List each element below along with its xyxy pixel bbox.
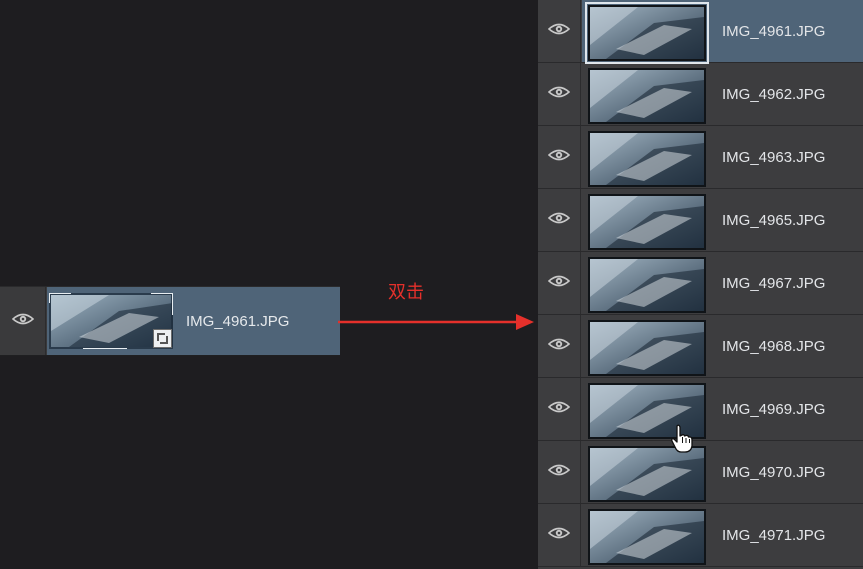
layer-row[interactable]: IMG_4969.JPG: [538, 378, 863, 441]
layer-row[interactable]: IMG_4965.JPG: [538, 189, 863, 252]
layer-visibility-toggle[interactable]: [538, 126, 581, 188]
smart-object-badge-icon: [153, 329, 172, 348]
layer-name: IMG_4965.JPG: [722, 211, 826, 229]
layer-row[interactable]: IMG_4970.JPG: [538, 441, 863, 504]
eye-icon: [547, 22, 571, 41]
layer-visibility-toggle[interactable]: [538, 504, 581, 566]
layer-thumbnail[interactable]: [588, 194, 706, 250]
layer-name: IMG_4967.JPG: [722, 274, 826, 292]
eye-icon: [547, 211, 571, 230]
layer-visibility-toggle[interactable]: [538, 252, 581, 314]
layer-name: IMG_4962.JPG: [722, 85, 826, 103]
layer-thumbnail[interactable]: [49, 293, 173, 349]
hand-cursor-icon: [671, 424, 693, 453]
layer-row[interactable]: IMG_4971.JPG: [538, 504, 863, 567]
layer-thumbnail[interactable]: [588, 131, 706, 187]
eye-icon: [11, 312, 34, 331]
layer-name: IMG_4970.JPG: [722, 463, 826, 481]
layer-name: IMG_4969.JPG: [722, 400, 826, 418]
layer-row[interactable]: IMG_4962.JPG: [538, 63, 863, 126]
eye-icon: [547, 148, 571, 167]
layers-panel: IMG_4961.JPG IMG_4962.JPG IMG_4963.JPG IMG_…: [538, 0, 863, 569]
layer-name: IMG_4961.JPG: [186, 312, 290, 330]
double-click-annotation: 双击: [388, 282, 424, 303]
layer-row[interactable]: IMG_4961.JPG: [538, 0, 863, 64]
eye-icon: [547, 274, 571, 293]
eye-icon: [547, 400, 571, 419]
layer-name: IMG_4961.JPG: [722, 22, 826, 40]
layer-thumbnail[interactable]: [588, 68, 706, 124]
layer-visibility-toggle[interactable]: [538, 189, 581, 251]
smart-object-layer-row[interactable]: IMG_4961.JPG: [0, 286, 340, 356]
layer-thumbnail[interactable]: [588, 320, 706, 376]
layer-name: IMG_4963.JPG: [722, 148, 826, 166]
layer-visibility-toggle[interactable]: [538, 441, 581, 503]
layer-thumbnail[interactable]: [585, 2, 709, 64]
eye-icon: [547, 85, 571, 104]
eye-icon: [547, 526, 571, 545]
layer-thumbnail[interactable]: [588, 446, 706, 502]
layer-visibility-toggle[interactable]: [538, 378, 581, 440]
layer-row[interactable]: IMG_4967.JPG: [538, 252, 863, 315]
layer-visibility-toggle[interactable]: [538, 315, 581, 377]
layer-thumbnail[interactable]: [588, 257, 706, 313]
layer-visibility-toggle[interactable]: [0, 287, 46, 355]
eye-icon: [547, 337, 571, 356]
layer-name: IMG_4968.JPG: [722, 337, 826, 355]
layer-name: IMG_4971.JPG: [722, 526, 826, 544]
layer-row[interactable]: IMG_4968.JPG: [538, 315, 863, 378]
layer-row[interactable]: IMG_4963.JPG: [538, 126, 863, 189]
layer-visibility-toggle[interactable]: [538, 0, 581, 62]
layer-visibility-toggle[interactable]: [538, 63, 581, 125]
layer-thumbnail[interactable]: [588, 509, 706, 565]
eye-icon: [547, 463, 571, 482]
arrow-icon: [338, 314, 534, 330]
